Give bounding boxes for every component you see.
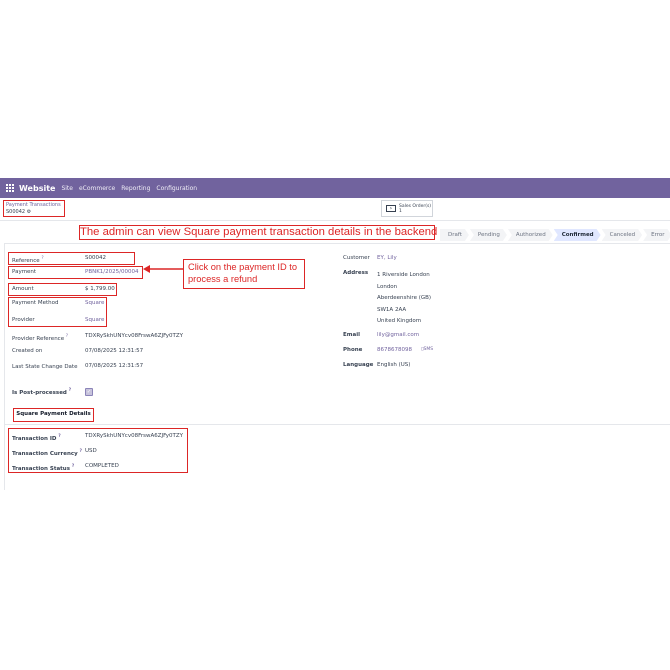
stage-confirmed: Confirmed: [554, 229, 601, 241]
address-label: Address: [343, 270, 369, 276]
tx-status-label: Transaction Status ?: [12, 463, 75, 472]
currency-label: Transaction Currency ?: [12, 448, 82, 457]
address-line: SW1A 2AA: [377, 306, 407, 313]
sms-button[interactable]: ▯SMS: [421, 347, 433, 352]
payment-link[interactable]: PBNK1/2025/00004: [85, 269, 139, 275]
control-panel: [0, 198, 670, 221]
sales-orders-count: 1: [399, 208, 402, 214]
post-processed-label: Is Post-processed ?: [12, 387, 72, 396]
phone-label: Phone: [343, 347, 363, 353]
annotation-callout: Click on the payment ID to process a ref…: [183, 259, 305, 289]
address-line: London: [377, 283, 398, 290]
stage-error: Error: [643, 229, 670, 241]
currency-value: USD: [85, 448, 97, 454]
address-line: Aberdeenshire (GB): [377, 295, 432, 301]
annotation-title: The admin can view Square payment transa…: [79, 225, 438, 240]
language-value: English (US): [377, 362, 411, 368]
provider-ref-label: Provider Reference ?: [12, 333, 68, 342]
status-bar: Draft Pending Authorized Confirmed Cance…: [440, 229, 670, 241]
payment-label: Payment: [12, 269, 37, 275]
stage-canceled: Canceled: [602, 229, 643, 241]
amount-value: $ 1,799.00: [85, 286, 115, 292]
tab-divider: [4, 424, 670, 425]
method-link[interactable]: Square: [85, 300, 104, 306]
dollar-icon: $: [386, 205, 396, 212]
tx-status-value: COMPLETED: [85, 463, 119, 469]
amount-label: Amount: [12, 286, 34, 292]
stage-authorized: Authorized: [508, 229, 553, 241]
reference-label: Reference ?: [12, 255, 44, 264]
stage-pending: Pending: [470, 229, 507, 241]
main-navbar: Website Site eCommerce Reporting Configu…: [0, 178, 670, 198]
provider-label: Provider: [12, 317, 35, 323]
language-label: Language: [343, 362, 374, 368]
breadcrumb: Payment Transactions S00042 ⚙: [3, 200, 65, 217]
last-change-label: Last State Change Date: [12, 364, 78, 370]
customer-label: Customer: [343, 255, 370, 261]
method-label: Payment Method: [12, 300, 59, 306]
reference-value: S00042: [85, 255, 106, 261]
address-line: United Kingdom: [377, 318, 422, 324]
provider-ref-value: TDXRySkhUNYcv08FrswA6ZJFy0TZY: [85, 333, 184, 339]
menu-ecommerce[interactable]: eCommerce: [79, 185, 115, 192]
app-name[interactable]: Website: [19, 184, 55, 193]
created-value: 07/08/2025 12:31:57: [85, 348, 144, 354]
stage-draft: Draft: [440, 229, 469, 241]
last-change-value: 07/08/2025 12:31:57: [85, 363, 144, 369]
phone-link[interactable]: 8678678098: [377, 347, 412, 353]
tab-square-payment-details[interactable]: Square Payment Details: [13, 408, 94, 422]
apps-menu-icon[interactable]: [5, 184, 14, 193]
address-line: 1 Riverside London: [377, 272, 430, 278]
txid-value: TDXRySkhUNYcv08FrswA6ZJFy0TZY: [85, 433, 184, 439]
breadcrumb-current: S00042: [6, 209, 26, 215]
customer-link[interactable]: EY, Lily: [377, 255, 397, 261]
provider-link[interactable]: Square: [85, 317, 104, 323]
menu-site[interactable]: Site: [61, 185, 73, 192]
sms-label: SMS: [423, 347, 434, 352]
email-label: Email: [343, 332, 360, 338]
created-label: Created on: [12, 348, 43, 354]
sales-orders-button[interactable]: $ Sales Order(s) 1: [381, 200, 433, 217]
gear-icon[interactable]: ⚙: [27, 209, 31, 215]
txid-label: Transaction ID ?: [12, 433, 61, 442]
callout-arrow: [143, 265, 184, 273]
email-link[interactable]: lily@gmail.com: [377, 332, 419, 338]
breadcrumb-parent[interactable]: Payment Transactions: [6, 202, 64, 209]
menu-reporting[interactable]: Reporting: [121, 185, 150, 192]
post-processed-checkbox[interactable]: ✓: [85, 388, 93, 396]
sales-orders-label: Sales Order(s): [399, 203, 432, 209]
address-block: 1 Riverside London London Aberdeenshire …: [377, 270, 431, 328]
menu-configuration[interactable]: Configuration: [156, 185, 197, 192]
